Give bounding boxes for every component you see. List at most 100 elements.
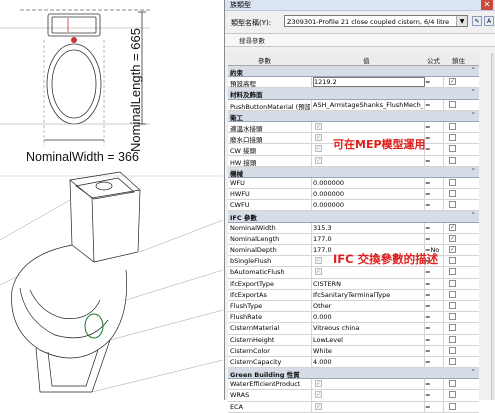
lock-checkbox[interactable] xyxy=(449,190,456,198)
parameter-formula[interactable]: = xyxy=(425,78,441,86)
parameter-value[interactable]: Vitreous china xyxy=(313,324,423,332)
parameter-value[interactable]: 315.3 xyxy=(313,224,423,232)
parameter-value[interactable]: Other xyxy=(313,302,423,310)
parameter-value[interactable]: CISTERN xyxy=(313,280,423,288)
new-type-icon[interactable]: ✎ xyxy=(472,16,482,26)
value-checkbox[interactable]: ✓ xyxy=(315,391,322,399)
collapse-chevron-icon[interactable]: ⌃ xyxy=(471,66,476,74)
parameter-formula[interactable]: = xyxy=(425,235,441,243)
parameter-value[interactable]: 0.000000 xyxy=(313,201,423,209)
parameter-formula[interactable]: = xyxy=(425,201,441,209)
parameter-formula[interactable]: = xyxy=(425,224,441,232)
parameter-formula[interactable]: = xyxy=(425,190,441,198)
lock-checkbox[interactable] xyxy=(449,201,456,209)
parameter-formula[interactable]: = xyxy=(425,380,441,388)
value-checkbox[interactable]: ✓ xyxy=(315,156,322,164)
parameter-formula[interactable]: = xyxy=(425,302,441,310)
lock-checkbox[interactable] xyxy=(449,290,456,298)
parameter-formula[interactable]: = xyxy=(425,358,441,366)
value-checkbox[interactable]: ✓ xyxy=(315,257,322,265)
lock-checkbox[interactable] xyxy=(449,324,456,332)
parameter-row[interactable]: HW 接頭 ✓ = xyxy=(228,155,479,167)
parameter-formula[interactable]: = xyxy=(425,268,441,276)
lock-checkbox[interactable] xyxy=(449,145,456,153)
parameter-row[interactable]: WFU 0.000000 = xyxy=(228,177,479,190)
parameter-value[interactable]: 177.0 xyxy=(313,235,423,243)
parameter-search-bar[interactable]: 搜尋參數 xyxy=(225,33,495,47)
parameter-row[interactable]: CisternHeight LowLevel = xyxy=(228,334,479,346)
lock-checkbox[interactable]: ✓ xyxy=(449,223,456,231)
parameter-formula[interactable]: = xyxy=(425,291,441,299)
parameter-row[interactable]: FlushType Other = xyxy=(228,300,479,313)
collapse-chevron-icon[interactable]: ⌃ xyxy=(471,111,476,119)
parameter-value[interactable]: 4.000 xyxy=(313,358,423,366)
parameter-formula[interactable]: = xyxy=(425,313,441,321)
type-name-select[interactable]: Z309301-Profile 21 close coupled cistern… xyxy=(284,15,468,27)
parameter-formula[interactable]: = xyxy=(425,403,441,411)
parameter-row[interactable]: NominalLength 177.0 = ✓ xyxy=(228,233,479,245)
parameter-formula[interactable]: = xyxy=(425,347,441,355)
parameter-row[interactable]: 適溫水接頭 ✓ = xyxy=(228,121,479,134)
lock-checkbox[interactable] xyxy=(449,335,456,343)
parameter-row[interactable]: CWFU 0.000000 = xyxy=(228,200,479,212)
parameter-row[interactable]: 預設高程 1219.2 = ✓ xyxy=(228,77,479,89)
parameter-formula[interactable]: = xyxy=(425,324,441,332)
lock-checkbox[interactable] xyxy=(449,402,456,410)
parameter-row[interactable]: CisternColor White = xyxy=(228,345,479,357)
lock-checkbox[interactable] xyxy=(449,313,456,321)
parameter-row[interactable]: FlushRate 0.000 = xyxy=(228,312,479,324)
value-checkbox[interactable]: ✓ xyxy=(315,268,322,276)
parameter-group-row[interactable]: 衛工 ⌃ xyxy=(228,110,479,122)
value-checkbox[interactable]: ✓ xyxy=(315,134,322,142)
parameter-row[interactable]: IfcExportAs IfcSanitaryTerminalType = xyxy=(228,289,479,301)
parameter-row[interactable]: bAutomaticFlush ✓ = xyxy=(228,267,479,279)
parameter-formula[interactable]: = xyxy=(425,179,441,187)
parameter-value[interactable]: 0.000000 xyxy=(313,179,423,187)
value-checkbox[interactable]: ✓ xyxy=(315,145,322,153)
parameter-formula[interactable]: = xyxy=(425,280,441,288)
value-checkbox[interactable]: ✓ xyxy=(315,122,322,130)
lock-checkbox[interactable]: ✓ xyxy=(449,78,456,86)
value-checkbox[interactable]: ✓ xyxy=(315,380,322,388)
collapse-chevron-icon[interactable]: ⌃ xyxy=(471,211,476,219)
lock-checkbox[interactable]: ✓ xyxy=(449,246,456,253)
lock-checkbox[interactable] xyxy=(449,279,456,287)
parameter-row[interactable]: WaterEfficientProduct ✓ = xyxy=(228,379,479,391)
rename-type-icon[interactable]: A xyxy=(484,16,494,26)
parameter-formula[interactable]: = xyxy=(425,391,441,399)
lock-checkbox[interactable] xyxy=(449,357,456,365)
collapse-chevron-icon[interactable]: ⌃ xyxy=(471,88,476,96)
parameter-value[interactable]: ASH_ArmitageShanks_FlushMech_ xyxy=(313,101,423,109)
lock-checkbox[interactable]: ✓ xyxy=(449,234,456,242)
parameter-row[interactable]: IfcExportType CISTERN = xyxy=(228,278,479,290)
close-icon[interactable]: ✕ xyxy=(481,0,493,10)
parameter-value[interactable]: LowLevel xyxy=(313,336,423,344)
lock-checkbox[interactable] xyxy=(449,391,456,399)
parameter-row[interactable]: PushButtonMaterial (預設) ASH_ArmitageShank… xyxy=(228,99,479,111)
parameter-value[interactable]: 0.000000 xyxy=(313,190,423,198)
parameter-group-row[interactable]: 約束 ⌃ xyxy=(228,66,479,78)
value-checkbox[interactable]: ✓ xyxy=(315,402,322,410)
parameter-formula[interactable]: = xyxy=(425,157,441,165)
parameter-formula[interactable]: = xyxy=(425,336,441,344)
parameter-formula[interactable]: = xyxy=(425,145,441,153)
lock-checkbox[interactable] xyxy=(449,178,456,186)
lock-checkbox[interactable] xyxy=(449,100,456,108)
parameter-value[interactable]: 0.000 xyxy=(313,313,423,321)
vertical-scrollbar[interactable] xyxy=(491,53,495,400)
parameter-row[interactable]: HWFU 0.000000 = xyxy=(228,189,479,201)
lock-checkbox[interactable] xyxy=(449,134,456,142)
lock-checkbox[interactable] xyxy=(449,268,456,276)
parameter-group-row[interactable]: 機械 ⌃ xyxy=(228,166,479,178)
parameter-group-row[interactable]: 材料及飾面 ⌃ xyxy=(228,88,479,100)
lock-checkbox[interactable] xyxy=(449,257,456,265)
parameter-group-row[interactable]: Green Building 性質 ⌃ xyxy=(228,368,479,380)
parameter-formula[interactable]: = xyxy=(425,101,441,109)
lock-checkbox[interactable] xyxy=(449,156,456,164)
parameter-formula[interactable]: = xyxy=(425,134,441,142)
parameter-row[interactable]: CisternCapacity 4.000 = xyxy=(228,356,479,369)
collapse-chevron-icon[interactable]: ⌃ xyxy=(471,368,476,376)
parameter-row[interactable]: NominalWidth 315.3 = ✓ xyxy=(228,222,479,234)
parameter-value[interactable]: White xyxy=(313,347,423,355)
lock-checkbox[interactable] xyxy=(449,301,456,309)
